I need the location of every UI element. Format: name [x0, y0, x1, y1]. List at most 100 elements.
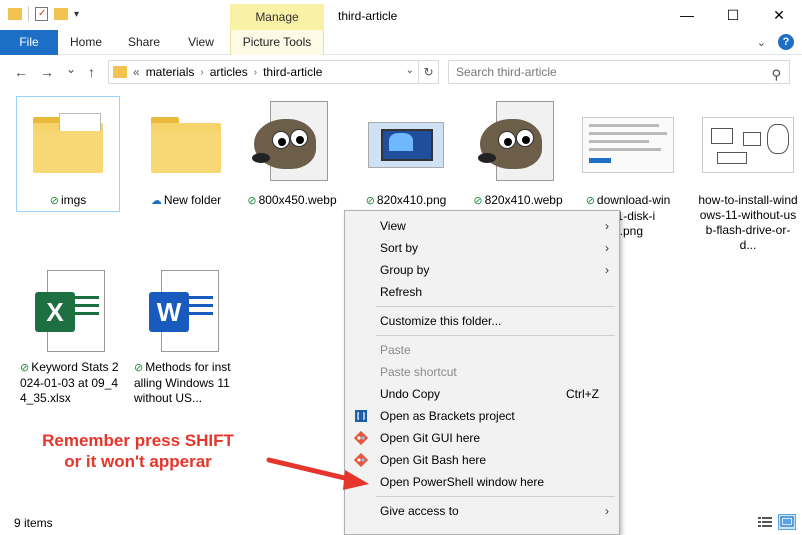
- close-button[interactable]: ✕: [756, 0, 802, 30]
- quick-access-toolbar: ✓ ▾: [8, 6, 79, 22]
- tab-home[interactable]: Home: [60, 30, 112, 55]
- menu-item-view[interactable]: View ›: [345, 215, 619, 237]
- folder-icon[interactable]: [8, 8, 22, 20]
- tab-share[interactable]: Share: [118, 30, 170, 55]
- window-title: third-article: [338, 9, 398, 23]
- file-item-how-to-install[interactable]: how-to-install-windows-11-without-usb-fl…: [696, 97, 800, 253]
- view-toggle: [756, 514, 796, 530]
- minimize-icon: —: [680, 7, 694, 23]
- tab-file[interactable]: File: [0, 30, 58, 55]
- properties-icon[interactable]: ✓: [35, 7, 48, 21]
- menu-item-shortcut: Ctrl+Z: [566, 387, 599, 401]
- recent-locations-icon[interactable]: ⌄: [66, 62, 76, 76]
- search-icon[interactable]: ⚲: [771, 64, 781, 86]
- up-arrow-icon[interactable]: ↑: [88, 64, 95, 80]
- gimp-icon: [240, 97, 344, 193]
- annotation-text: Remember press SHIFT or it won't apperar: [18, 430, 258, 472]
- chevron-right-icon: ›: [605, 263, 609, 277]
- file-item-methods-docx[interactable]: W ⊘ Methods for installing Windows 11 wit…: [132, 264, 236, 406]
- menu-item-label: Sort by: [380, 241, 419, 255]
- file-item-820x410-png[interactable]: ⊘ 820x410.png: [354, 97, 458, 209]
- menu-item-label: Open Git Bash here: [380, 453, 487, 467]
- folder-icon: [134, 97, 238, 193]
- large-icons-view-icon[interactable]: [778, 514, 796, 530]
- help-icon[interactable]: ?: [778, 34, 794, 50]
- menu-item-label: Open as Brackets project: [380, 409, 515, 423]
- file-item-new-folder[interactable]: ☁ New folder: [134, 97, 238, 209]
- sync-check-icon: ⊘: [365, 195, 375, 207]
- menu-item-label: Open Git GUI here: [380, 431, 481, 445]
- menu-item-label: Undo Copy: [380, 387, 441, 401]
- menu-separator: [376, 306, 615, 307]
- menu-item-open-git-bash[interactable]: Open Git Bash here: [345, 449, 619, 471]
- folder-icon: [17, 97, 119, 193]
- menu-item-customize-folder[interactable]: Customize this folder...: [345, 310, 619, 332]
- tab-manage[interactable]: Manage: [230, 4, 324, 30]
- annotation-line1: Remember press SHIFT: [42, 431, 234, 450]
- sync-check-icon: ⊘: [247, 195, 257, 207]
- menu-item-open-powershell[interactable]: Open PowerShell window here: [345, 471, 619, 493]
- maximize-button[interactable]: ☐: [710, 0, 756, 30]
- menu-item-refresh[interactable]: Refresh: [345, 281, 619, 303]
- close-icon: ✕: [773, 6, 785, 23]
- menu-separator: [376, 496, 615, 497]
- git-icon: [354, 431, 368, 445]
- divider: [28, 6, 29, 22]
- window-controls: — ☐ ✕: [664, 0, 802, 30]
- item-count: 9 items: [14, 516, 53, 530]
- menu-item-sort-by[interactable]: Sort by ›: [345, 237, 619, 259]
- maximize-icon: ☐: [726, 6, 740, 23]
- menu-item-label: Group by: [380, 263, 430, 277]
- chevron-right-icon: ›: [605, 241, 609, 255]
- menu-item-label: Refresh: [380, 285, 423, 299]
- new-folder-icon[interactable]: [54, 8, 68, 20]
- details-view-icon[interactable]: [756, 514, 774, 530]
- menu-item-group-by[interactable]: Group by ›: [345, 259, 619, 281]
- chevron-down-icon[interactable]: ⌄: [406, 65, 414, 76]
- breadcrumb-articles[interactable]: articles: [210, 65, 248, 79]
- screenshot-thumbnail: [576, 97, 680, 193]
- breadcrumb-overflow[interactable]: «: [133, 65, 140, 79]
- file-label: Methods for installing Windows 11 withou…: [134, 360, 231, 405]
- refresh-button[interactable]: ↻: [419, 60, 439, 84]
- chevron-right-icon[interactable]: ›: [254, 67, 257, 78]
- breadcrumb-materials[interactable]: materials: [146, 65, 195, 79]
- sync-check-icon: ⊘: [20, 362, 30, 374]
- ribbon-controls: ⌄ ?: [757, 34, 794, 50]
- tab-view[interactable]: View: [176, 30, 226, 55]
- chevron-right-icon: ›: [605, 219, 609, 233]
- file-label: imgs: [60, 193, 87, 207]
- menu-item-undo-copy[interactable]: Undo Copy Ctrl+Z: [345, 383, 619, 405]
- sync-check-icon: ⊘: [473, 195, 483, 207]
- navigation-bar: ← → ⌄ ↑ « materials › articles › third-a…: [0, 56, 802, 88]
- minimize-button[interactable]: —: [664, 0, 710, 30]
- menu-item-open-git-gui[interactable]: Open Git GUI here: [345, 427, 619, 449]
- back-arrow-icon[interactable]: ←: [14, 64, 28, 80]
- chevron-down-icon[interactable]: ⌄: [757, 36, 766, 49]
- file-label-line1: download-win: [596, 193, 671, 207]
- search-input[interactable]: Search third-article ⚲: [448, 60, 790, 84]
- file-label: Keyword Stats 2024-01-03 at 09_44_35.xls…: [20, 360, 119, 405]
- tab-picture-tools[interactable]: Picture Tools: [230, 30, 324, 55]
- menu-separator: [376, 335, 615, 336]
- forward-arrow-icon[interactable]: →: [40, 64, 54, 80]
- breadcrumb-third-article[interactable]: third-article: [263, 65, 322, 79]
- status-bar: 9 items: [0, 510, 802, 535]
- image-thumbnail: [354, 97, 458, 193]
- menu-item-paste-shortcut: Paste shortcut: [345, 361, 619, 383]
- file-item-800x450-webp[interactable]: ⊘ 800x450.webp: [240, 97, 344, 209]
- menu-item-label: View: [380, 219, 406, 233]
- menu-item-open-brackets[interactable]: Open as Brackets project: [345, 405, 619, 427]
- file-item-keyword-stats-xlsx[interactable]: X ⊘ Keyword Stats 2024-01-03 at 09_44_35.…: [18, 264, 122, 406]
- refresh-icon: ↻: [423, 65, 434, 79]
- file-item-imgs[interactable]: ⊘ imgs: [16, 96, 120, 212]
- address-bar[interactable]: « materials › articles › third-article ⌄: [108, 60, 419, 84]
- chevron-right-icon[interactable]: ›: [200, 67, 203, 78]
- file-label: New folder: [163, 193, 222, 207]
- diagram-thumbnail: [696, 97, 800, 193]
- sync-check-icon: ⊘: [49, 195, 59, 207]
- chevron-down-icon[interactable]: ▾: [74, 9, 79, 20]
- file-item-820x410-webp[interactable]: ⊘ 820x410.webp: [466, 97, 570, 209]
- title-bar: ✓ ▾ Manage third-article — ☐ ✕: [0, 0, 802, 30]
- file-label: 820x410.webp: [484, 193, 563, 207]
